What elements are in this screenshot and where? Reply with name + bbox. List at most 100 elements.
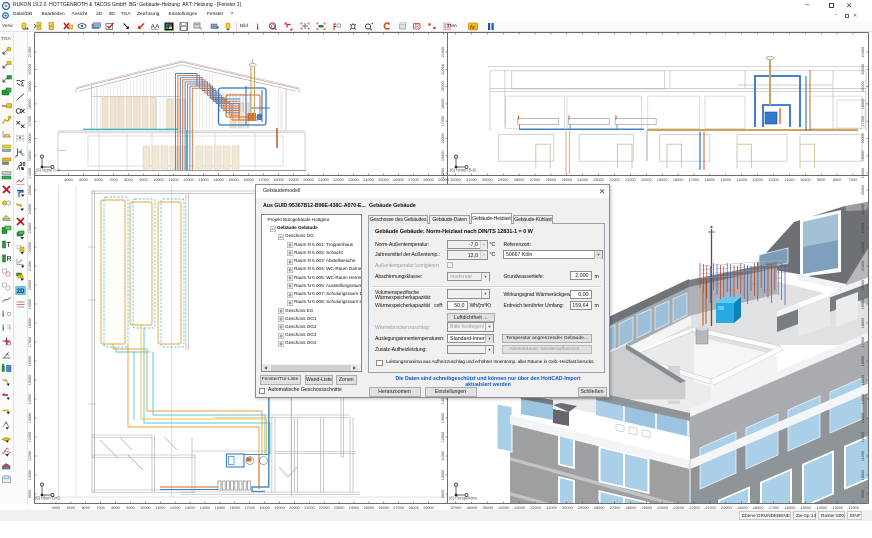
svg-text:i: i: [257, 23, 260, 32]
svg-text:21000: 21000: [861, 261, 865, 272]
svg-text:19000: 19000: [288, 178, 299, 182]
svg-text:16) vigne A-A: 16) vigne A-A: [35, 168, 60, 173]
svg-text:14000: 14000: [441, 168, 445, 179]
svg-text:16000: 16000: [28, 133, 32, 144]
svg-text:28000: 28000: [423, 178, 434, 182]
svg-text:19000: 19000: [861, 299, 865, 310]
svg-text:(6) oben GvG: (6) oben GvG: [35, 496, 60, 501]
svg-text:18000: 18000: [273, 178, 284, 182]
svg-text:6000: 6000: [94, 178, 102, 182]
svg-text:15000: 15000: [721, 178, 732, 182]
svg-text:Q: Q: [271, 24, 276, 30]
svg-text:i: i: [2, 324, 5, 333]
svg-text:12000: 12000: [441, 432, 445, 443]
svg-text:15000: 15000: [28, 375, 32, 386]
svg-text:18000: 18000: [673, 178, 684, 182]
svg-text:23000: 23000: [593, 178, 604, 182]
svg-text:20000: 20000: [641, 178, 652, 182]
svg-text:15000: 15000: [861, 151, 865, 162]
svg-text:R: R: [415, 24, 419, 30]
svg-text:13000: 13000: [752, 178, 763, 182]
svg-text:9000: 9000: [139, 178, 147, 182]
svg-text:22000: 22000: [28, 242, 32, 253]
svg-text:20: 20: [19, 162, 25, 168]
svg-text:4000: 4000: [64, 178, 72, 182]
svg-text:19000: 19000: [441, 81, 445, 92]
svg-text:16000: 16000: [861, 133, 865, 144]
svg-text:T: T: [6, 242, 11, 249]
svg-text:10000: 10000: [861, 470, 865, 481]
svg-text:12000: 12000: [28, 432, 32, 443]
svg-text:i: i: [2, 310, 5, 319]
svg-text:5000: 5000: [79, 178, 87, 182]
svg-text:29000: 29000: [498, 178, 509, 182]
svg-text:24000: 24000: [577, 178, 588, 182]
svg-text:9000: 9000: [441, 490, 445, 498]
svg-text:9000: 9000: [817, 178, 825, 182]
svg-text:22000: 22000: [333, 178, 344, 182]
svg-text:11000: 11000: [441, 451, 445, 461]
svg-text:(6) Perspektive: (6) Perspektive: [449, 496, 478, 501]
svg-text:11000: 11000: [861, 451, 865, 461]
svg-text:2D: 2D: [16, 289, 24, 295]
svg-text:25000: 25000: [861, 185, 865, 196]
svg-text:A: A: [15, 154, 18, 159]
svg-text:21000: 21000: [861, 47, 865, 58]
svg-text:19000: 19000: [657, 178, 668, 182]
svg-text:18000: 18000: [441, 99, 445, 110]
svg-text:18000: 18000: [28, 99, 32, 110]
svg-text:30000: 30000: [482, 178, 493, 182]
svg-text:7000: 7000: [109, 178, 117, 182]
svg-text:R: R: [6, 256, 11, 263]
svg-text:16000: 16000: [243, 178, 254, 182]
svg-text:25000: 25000: [378, 178, 389, 182]
svg-text:17000: 17000: [689, 178, 700, 182]
svg-text:17000: 17000: [28, 116, 32, 127]
svg-text:17000: 17000: [258, 178, 269, 182]
svg-text:16000: 16000: [28, 356, 32, 367]
svg-text:8000: 8000: [833, 178, 841, 182]
svg-text:20000: 20000: [303, 178, 314, 182]
svg-text:19000: 19000: [28, 81, 32, 92]
svg-text:8000: 8000: [124, 178, 132, 182]
svg-text:14000: 14000: [861, 168, 865, 179]
svg-text:20000: 20000: [28, 280, 32, 291]
svg-text:12000: 12000: [861, 432, 865, 443]
svg-text:18000: 18000: [28, 318, 32, 329]
svg-text:23000: 23000: [348, 178, 359, 182]
svg-text:19000: 19000: [861, 81, 865, 92]
svg-text:11000: 11000: [28, 451, 32, 461]
svg-text:26000: 26000: [393, 178, 404, 182]
svg-text:11000: 11000: [784, 178, 794, 182]
svg-text:16) hinten B-B: 16) hinten B-B: [449, 168, 476, 173]
svg-text:15000: 15000: [28, 151, 32, 162]
svg-text:10000: 10000: [153, 178, 164, 182]
svg-text:20000: 20000: [861, 280, 865, 291]
svg-text:15000: 15000: [861, 375, 865, 386]
svg-text:20000: 20000: [441, 64, 445, 75]
svg-text:16000: 16000: [441, 133, 445, 144]
svg-text:A: A: [4, 420, 7, 425]
svg-text:10000: 10000: [28, 470, 32, 481]
svg-text:12000: 12000: [183, 178, 194, 182]
svg-text:27000: 27000: [530, 178, 541, 182]
svg-text:15000: 15000: [441, 151, 445, 162]
svg-text:17000: 17000: [28, 337, 32, 348]
svg-text:13000: 13000: [28, 413, 32, 424]
svg-text:21000: 21000: [28, 261, 32, 272]
svg-text:16000: 16000: [861, 356, 865, 367]
svg-text:14000: 14000: [28, 168, 32, 179]
svg-text:27000: 27000: [408, 178, 419, 182]
svg-text:28000: 28000: [514, 178, 525, 182]
svg-text:14000: 14000: [28, 394, 32, 405]
svg-text:23000: 23000: [861, 223, 865, 234]
svg-text:25000: 25000: [28, 185, 32, 196]
svg-text:22000: 22000: [609, 178, 620, 182]
svg-text:25000: 25000: [562, 178, 573, 182]
svg-text:23000: 23000: [28, 223, 32, 234]
svg-text:10000: 10000: [800, 178, 811, 182]
svg-text:12000: 12000: [768, 178, 779, 182]
svg-text:9000: 9000: [861, 490, 865, 498]
svg-text:14000: 14000: [213, 178, 224, 182]
svg-text:9000: 9000: [28, 490, 32, 498]
